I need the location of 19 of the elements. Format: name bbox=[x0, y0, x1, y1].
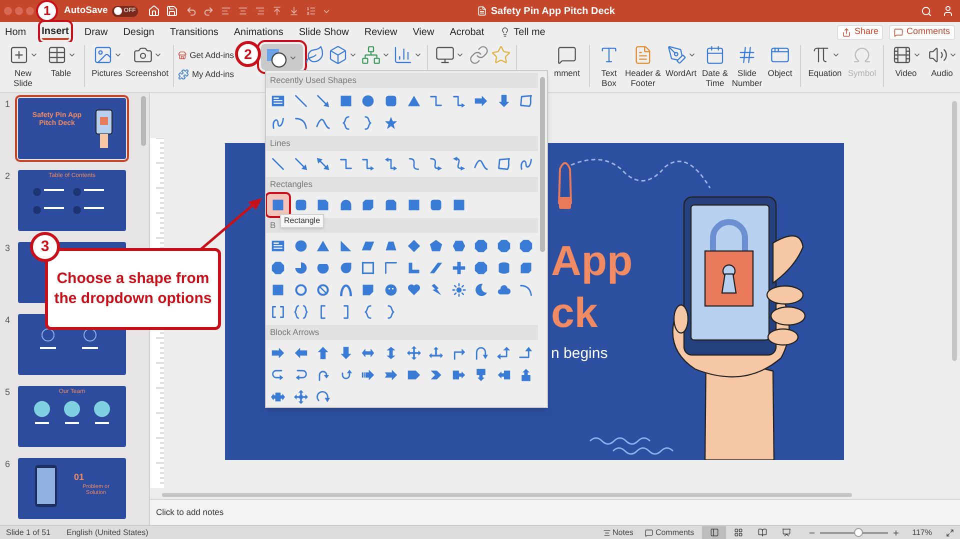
slide-number: 6 bbox=[4, 458, 12, 471]
autosave-label: AutoSave bbox=[64, 4, 108, 18]
slide-number: 4 bbox=[4, 314, 12, 327]
tooltip: Rectangle bbox=[280, 214, 324, 228]
section-header: Lines bbox=[266, 136, 538, 151]
section-header: Block Arrows bbox=[266, 325, 538, 340]
slide-subtitle-text: n begins bbox=[551, 344, 609, 364]
slide-number: 3 bbox=[4, 242, 12, 255]
window-title: Safety Pin App Pitch Deck bbox=[490, 4, 615, 18]
callout-text: Choose a shape from the dropdown options bbox=[54, 269, 212, 309]
slide-count: Slide 1 of 51 bbox=[6, 526, 50, 538]
slide-number: 5 bbox=[4, 386, 12, 399]
slide-number: 2 bbox=[4, 170, 12, 183]
slide-title-text: App bbox=[551, 236, 633, 286]
section-header: Recently Used Shapes bbox=[266, 73, 538, 88]
slide-thumbnail-number: 01 bbox=[74, 472, 84, 482]
section-header: Rectangles bbox=[266, 177, 538, 192]
slide-number: 1 bbox=[4, 98, 12, 111]
slide-title-text: ck bbox=[551, 288, 599, 338]
